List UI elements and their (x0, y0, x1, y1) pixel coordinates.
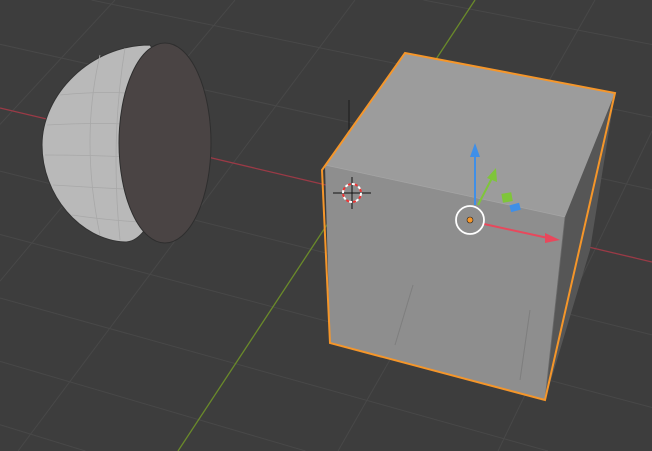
gizmo-xy-plane[interactable] (501, 192, 513, 203)
viewport-canvas[interactable] (0, 0, 652, 451)
cube-object[interactable] (320, 51, 617, 402)
grid-line (423, 0, 652, 46)
3d-viewport[interactable] (0, 0, 652, 451)
grid-line (0, 424, 86, 451)
object-origin-dot (466, 216, 474, 224)
grid-line (0, 360, 306, 451)
hemisphere-object[interactable] (41, 42, 212, 244)
hemisphere-cut-face (118, 42, 212, 244)
